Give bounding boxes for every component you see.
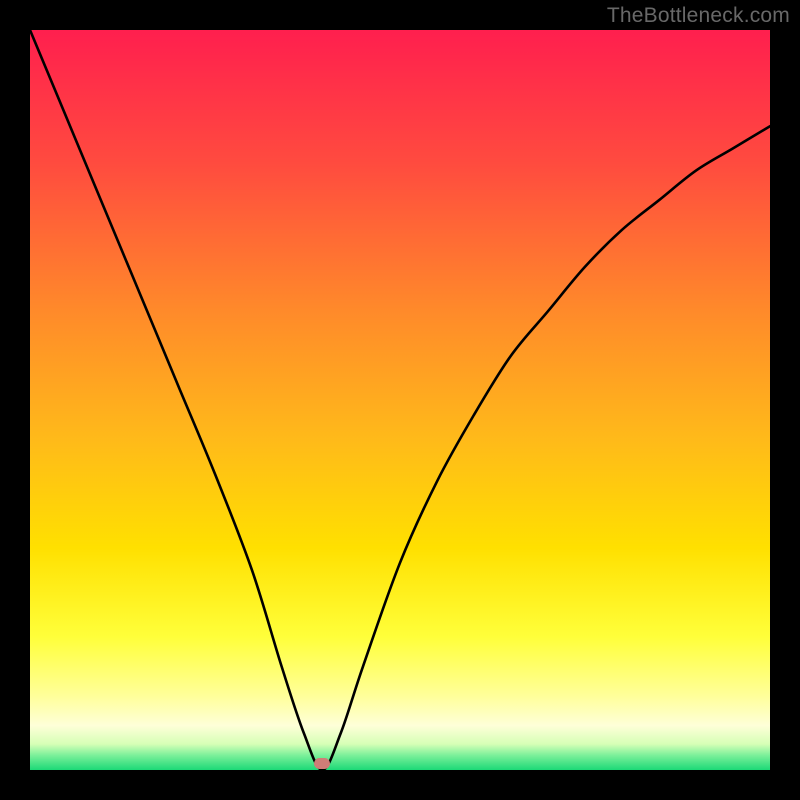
optimal-point-marker (314, 758, 330, 769)
watermark-text: TheBottleneck.com (607, 4, 790, 28)
bottleneck-curve (30, 30, 770, 770)
chart-frame (30, 30, 770, 770)
